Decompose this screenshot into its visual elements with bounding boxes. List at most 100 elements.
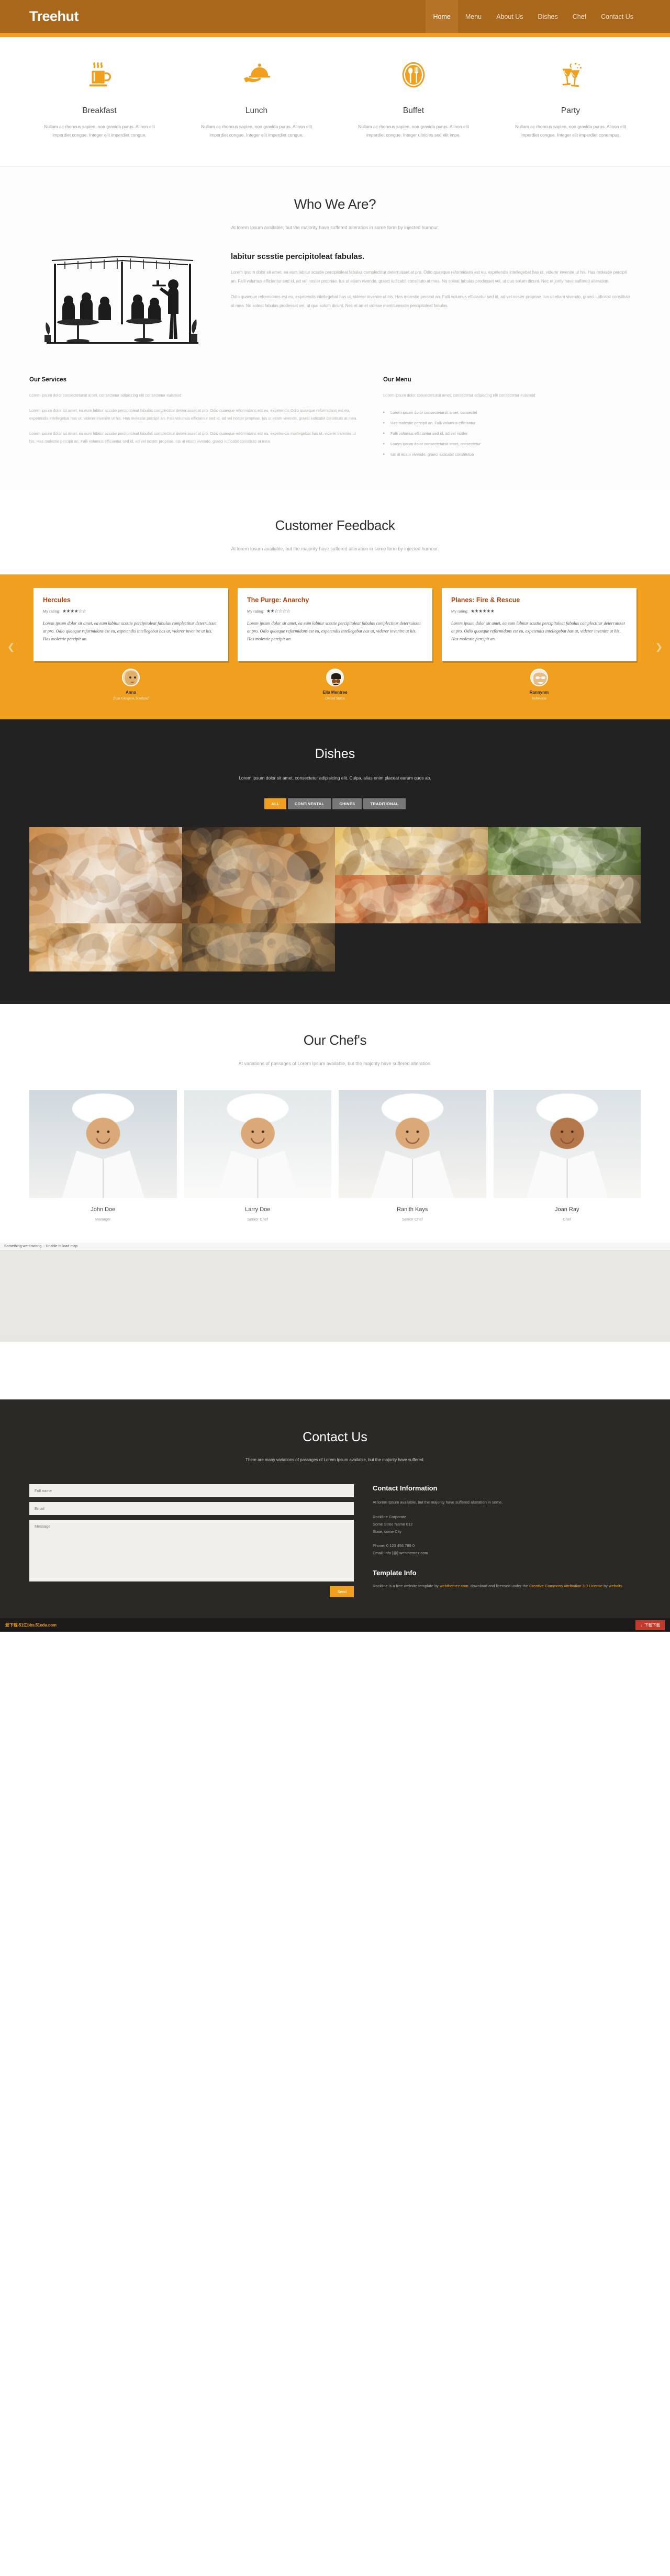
filter-button-continental[interactable]: CONTINENTAL [287, 798, 331, 810]
map-canvas[interactable] [0, 1251, 670, 1337]
chef-role: Chef [563, 1217, 572, 1222]
testimonial-card[interactable]: The Purge: Anarchy My rating: ★★☆☆☆☆ Lor… [238, 588, 432, 662]
services-section: Breakfast Nullam ac rhoncus sapien, non … [0, 37, 670, 167]
dish-photo-salad-bowl[interactable] [488, 827, 641, 876]
service-description: Nullam ac rhoncus sapien, non gravida pu… [515, 124, 626, 138]
service-title: Breakfast [82, 106, 117, 115]
contact-information-block: Contact Information At lorem Ipsum avail… [373, 1484, 641, 1597]
testimonial-person-location: Indonesia [532, 696, 546, 701]
about-paragraph-2: Odio quaeque reformidans est eu, expeten… [231, 295, 630, 308]
nav-item-about-us[interactable]: About Us [489, 0, 530, 33]
chef-card-3[interactable]: Ranith Kays Senior Chef [339, 1090, 486, 1222]
filter-button-traditional[interactable]: TRADITIONAL [363, 798, 406, 810]
dishes-subtitle: Lorem ipsum dolor sit amet, consectetur … [239, 775, 431, 781]
dish-photo-croissant[interactable] [29, 923, 182, 972]
chef-card-4[interactable]: Joan Ray Chef [493, 1090, 641, 1222]
list-item[interactable]: Has molestie percipit an. Falli volumus … [383, 418, 641, 428]
chevron-left-icon[interactable]: ❮ [7, 642, 15, 652]
rating-label: My rating: [43, 609, 60, 614]
chef-name: John Doe [91, 1206, 116, 1213]
chef-portrait-4 [493, 1090, 641, 1199]
list-item[interactable]: Ius ut etiam vivendo, graeci iudicabit c… [383, 449, 641, 460]
testimonial-item: The Purge: Anarchy My rating: ★★☆☆☆☆ Lor… [238, 588, 432, 701]
our-services-paragraph-1: Lorem ipsum dolor sit amet, ea eum labit… [29, 408, 358, 421]
chef-role: Senior Chef [401, 1217, 423, 1222]
our-menu-lead: Lorem ipsum dolor consectetursit amet, c… [383, 393, 535, 398]
list-item[interactable]: Lorem ipsum dolor consectetursit amet, c… [383, 408, 641, 418]
creative-commons-link[interactable]: Creative Commons Attribution 3.0 License [529, 1584, 602, 1588]
dish-photo-grilled-fish[interactable] [182, 923, 335, 972]
testimonial-quote: Lorem ipsum dolor sit amet, ea eum labit… [247, 620, 421, 641]
nav-item-dishes[interactable]: Dishes [531, 0, 565, 33]
map-section[interactable]: Something went wrong. - Unable to load m… [0, 1242, 670, 1342]
webalts-link[interactable]: webalts [609, 1584, 622, 1588]
cheers-glasses-icon [501, 57, 640, 93]
webthemez-link[interactable]: webthemez.com [440, 1584, 468, 1588]
download-button[interactable]: ↓ 下载下载 [635, 1620, 665, 1630]
testimonial-rating: My rating: ★★☆☆☆☆ [247, 608, 423, 614]
chef-portrait-1 [29, 1090, 177, 1199]
list-item[interactable]: Lorem ipsum dolor consectetursit amet, c… [383, 439, 641, 449]
chef-card-1[interactable]: John Doe Manager [29, 1090, 177, 1222]
chef-name: Joan Ray [555, 1206, 579, 1213]
list-item[interactable]: Falli volumus efficiantur sed id, ad vel… [383, 428, 641, 439]
chef-role: Manager [95, 1217, 111, 1222]
testimonial-card[interactable]: Hercules My rating: ★★★★☆☆ Lorem ipsum d… [34, 588, 228, 662]
nav-item-menu[interactable]: Menu [458, 0, 489, 33]
chevron-right-icon[interactable]: ❯ [655, 642, 663, 652]
star-rating-icon: ★★★★☆☆ [62, 608, 86, 614]
service-card-party: Party Nullam ac rhoncus sapien, non grav… [492, 57, 649, 139]
bottom-bar-label: 爱下载-51江bbs.51edu.com [5, 1622, 57, 1628]
filter-button-all[interactable]: ALL [264, 798, 286, 810]
contact-street: Some Stree Name 012 [373, 1521, 413, 1527]
spoon-fork-icon [344, 57, 483, 93]
nav-item-contact-us[interactable]: Contact Us [594, 0, 641, 33]
chefs-subtitle: At variations of passages of Lorem Ipsum… [238, 1061, 432, 1067]
testimonial-quote: Lorem ipsum dolor sit amet, ea eum labit… [451, 620, 625, 641]
page-title-who-we-are: Who We Are? [294, 196, 376, 212]
contact-info-heading: Contact Information [373, 1484, 438, 1493]
chef-row: John Doe Manager Larry Doe Senior Chef R… [0, 1066, 670, 1222]
dish-photo-rice-dish[interactable] [488, 875, 641, 924]
nav-item-chef[interactable]: Chef [565, 0, 594, 33]
send-button[interactable]: Send [330, 1586, 354, 1598]
chef-card-2[interactable]: Larry Doe Senior Chef [184, 1090, 331, 1222]
customer-feedback-header: Customer Feedback At lorem Ipsum availab… [0, 489, 670, 575]
dish-photo-roast-chicken[interactable] [182, 827, 335, 924]
testimonial-card[interactable]: Planes: Fire & Rescue My rating: ★★★★★★ … [442, 588, 636, 662]
dish-photo-plated-meat[interactable] [29, 827, 182, 924]
site-header: Treehut Home Menu About Us Dishes Chef C… [0, 0, 670, 33]
services-menu-row: Our Services Lorem ipsum dolor consectet… [0, 355, 670, 465]
contact-channels: Phone: 0 123 456 789 0 Email: info [@] w… [373, 1542, 641, 1557]
nav-item-home[interactable]: Home [426, 0, 458, 33]
bottom-bar-actions: ↓ 下载下载 [635, 1620, 665, 1630]
serving-tray-icon [187, 57, 326, 93]
message-textarea[interactable] [29, 1520, 354, 1582]
filter-button-chines[interactable]: CHINES [332, 798, 362, 810]
contact-info-description: At lorem Ipsum available, but the majori… [373, 1500, 503, 1505]
map-error-message: Something went wrong. - Unable to load m… [0, 1242, 670, 1251]
rating-label: My rating: [247, 609, 264, 614]
full-name-input[interactable] [29, 1484, 354, 1498]
testimonial-person-location: United States [325, 696, 345, 701]
chef-portrait-2 [184, 1090, 331, 1199]
testimonial-title: Planes: Fire & Rescue [451, 596, 520, 604]
our-menu-list: Lorem ipsum dolor consectetursit amet, c… [383, 408, 641, 460]
template-info-after: by [604, 1584, 608, 1589]
email-field[interactable] [29, 1502, 354, 1516]
dishes-filter-group: ALL CONTINENTAL CHINES TRADITIONAL [0, 798, 670, 810]
service-title: Lunch [245, 106, 268, 115]
our-services-paragraph-2: Lorem ipsum dolor sit amet, ea eum labit… [29, 431, 356, 444]
contact-email: Email: info [@] webthemez.com [373, 1550, 428, 1555]
who-we-are-section: Who We Are? At lorem Ipsum available, bu… [0, 167, 670, 490]
dish-photo-pizza[interactable] [335, 875, 488, 924]
bottom-overlay-bar: 爱下载-51江bbs.51edu.com ↓ 下载下载 [0, 1618, 670, 1632]
testimonial-item: Planes: Fire & Rescue My rating: ★★★★★★ … [442, 588, 636, 701]
testimonial-quote: Lorem ipsum dolor sit amet, ea eum labit… [43, 620, 217, 641]
dish-photo-fries-platter[interactable] [335, 827, 488, 876]
contact-phone: Phone: 0 123 456 789 0 [373, 1543, 415, 1548]
site-brand[interactable]: Treehut [29, 8, 79, 25]
avatar [122, 669, 140, 687]
about-heading: labitur scsstie percipitoleat fabulas. [231, 252, 365, 262]
service-description: Nullam ac rhoncus sapien, non gravida pu… [201, 124, 312, 138]
